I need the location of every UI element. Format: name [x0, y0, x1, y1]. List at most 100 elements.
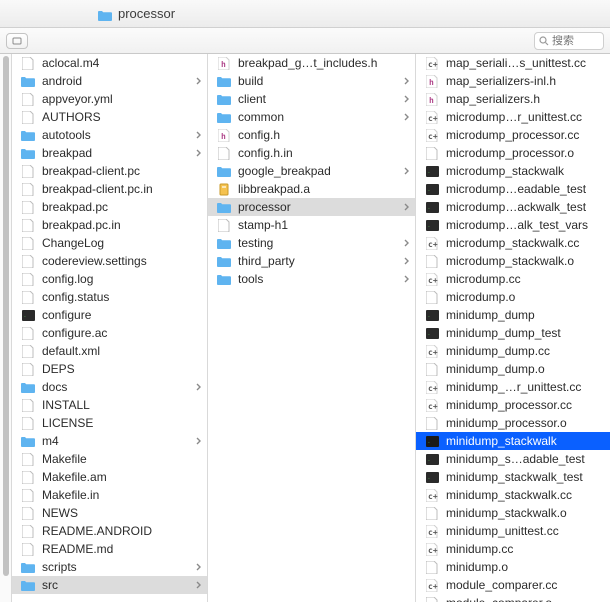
file-row[interactable]: config.status: [12, 288, 207, 306]
file-row[interactable]: config.h.in: [208, 144, 415, 162]
file-row[interactable]: c+minidump_…r_unittest.cc: [416, 378, 610, 396]
file-row[interactable]: minidump_dump.o: [416, 360, 610, 378]
file-row[interactable]: AUTHORS: [12, 108, 207, 126]
file-label: appveyor.yml: [42, 92, 203, 106]
file-row[interactable]: libbreakpad.a: [208, 180, 415, 198]
file-row[interactable]: Makefile.am: [12, 468, 207, 486]
file-row[interactable]: codereview.settings: [12, 252, 207, 270]
file-row[interactable]: testing: [208, 234, 415, 252]
file-row[interactable]: _minidump_dump_test: [416, 324, 610, 342]
file-row[interactable]: aclocal.m4: [12, 54, 207, 72]
file-row[interactable]: autotools: [12, 126, 207, 144]
file-row[interactable]: hbreakpad_g…t_includes.h: [208, 54, 415, 72]
file-row[interactable]: c+microdump_stackwalk.cc: [416, 234, 610, 252]
file-row[interactable]: c+minidump.cc: [416, 540, 610, 558]
file-row[interactable]: processor: [208, 198, 415, 216]
file-row[interactable]: c+microdump.cc: [416, 270, 610, 288]
file-row[interactable]: _microdump_stackwalk: [416, 162, 610, 180]
file-row[interactable]: README.ANDROID: [12, 522, 207, 540]
file-row[interactable]: Makefile.in: [12, 486, 207, 504]
file-row[interactable]: docs: [12, 378, 207, 396]
file-row[interactable]: _minidump_stackwalk: [416, 432, 610, 450]
file-row[interactable]: c+microdump…r_unittest.cc: [416, 108, 610, 126]
file-row[interactable]: default.xml: [12, 342, 207, 360]
file-row[interactable]: google_breakpad: [208, 162, 415, 180]
file-row[interactable]: DEPS: [12, 360, 207, 378]
exec-icon: _: [424, 200, 440, 214]
file-row[interactable]: breakpad-client.pc: [12, 162, 207, 180]
file-row[interactable]: tools: [208, 270, 415, 288]
file-row[interactable]: c+module_comparer.cc: [416, 576, 610, 594]
file-label: common: [238, 110, 403, 124]
search-input[interactable]: [552, 35, 599, 47]
file-row[interactable]: stamp-h1: [208, 216, 415, 234]
exec-icon: _: [424, 164, 440, 178]
file-row[interactable]: c+microdump_processor.cc: [416, 126, 610, 144]
file-row[interactable]: hmap_serializers.h: [416, 90, 610, 108]
file-row[interactable]: minidump_processor.o: [416, 414, 610, 432]
file-label: microdump.cc: [446, 272, 606, 286]
file-row[interactable]: _microdump…eadable_test: [416, 180, 610, 198]
file-row[interactable]: scripts: [12, 558, 207, 576]
file-row[interactable]: Makefile: [12, 450, 207, 468]
file-row[interactable]: client: [208, 90, 415, 108]
file-row[interactable]: hmap_serializers-inl.h: [416, 72, 610, 90]
file-row[interactable]: configure.ac: [12, 324, 207, 342]
file-row[interactable]: minidump.o: [416, 558, 610, 576]
file-label: google_breakpad: [238, 164, 403, 178]
file-row[interactable]: appveyor.yml: [12, 90, 207, 108]
file-icon: [20, 92, 36, 106]
file-label: INSTALL: [42, 398, 203, 412]
file-row[interactable]: third_party: [208, 252, 415, 270]
file-row[interactable]: _minidump_s…adable_test: [416, 450, 610, 468]
file-row[interactable]: c+minidump_dump.cc: [416, 342, 610, 360]
file-icon: [424, 362, 440, 376]
folder-icon: [20, 578, 36, 592]
svg-text:_: _: [427, 205, 430, 209]
svg-text:c+: c+: [428, 582, 438, 591]
folder-icon: [216, 74, 232, 88]
file-row[interactable]: android: [12, 72, 207, 90]
file-row[interactable]: breakpad.pc: [12, 198, 207, 216]
file-label: NEWS: [42, 506, 203, 520]
file-row[interactable]: m4: [12, 432, 207, 450]
file-row[interactable]: _microdump…ackwalk_test: [416, 198, 610, 216]
file-row[interactable]: config.log: [12, 270, 207, 288]
file-row[interactable]: README.md: [12, 540, 207, 558]
file-row[interactable]: hconfig.h: [208, 126, 415, 144]
file-row[interactable]: _minidump_dump: [416, 306, 610, 324]
svg-text:_: _: [427, 187, 430, 191]
file-label: README.ANDROID: [42, 524, 203, 538]
file-label: docs: [42, 380, 195, 394]
file-label: minidump_s…adable_test: [446, 452, 606, 466]
file-row[interactable]: c+minidump_unittest.cc: [416, 522, 610, 540]
file-row[interactable]: INSTALL: [12, 396, 207, 414]
file-row[interactable]: breakpad: [12, 144, 207, 162]
file-row[interactable]: minidump_stackwalk.o: [416, 504, 610, 522]
search-field[interactable]: [534, 32, 604, 50]
file-row[interactable]: _microdump…alk_test_vars: [416, 216, 610, 234]
file-row[interactable]: breakpad.pc.in: [12, 216, 207, 234]
file-row[interactable]: NEWS: [12, 504, 207, 522]
file-row[interactable]: microdump_processor.o: [416, 144, 610, 162]
exec-icon: _: [424, 326, 440, 340]
file-row[interactable]: src: [12, 576, 207, 594]
file-row[interactable]: breakpad-client.pc.in: [12, 180, 207, 198]
file-row[interactable]: ChangeLog: [12, 234, 207, 252]
scrollbar[interactable]: [3, 56, 9, 576]
file-row[interactable]: module_comparer.o: [416, 594, 610, 602]
file-row[interactable]: microdump.o: [416, 288, 610, 306]
file-icon: [424, 416, 440, 430]
file-row[interactable]: common: [208, 108, 415, 126]
file-row[interactable]: build: [208, 72, 415, 90]
file-row[interactable]: c+minidump_processor.cc: [416, 396, 610, 414]
chevron-right-icon: [403, 203, 411, 211]
file-row[interactable]: _minidump_stackwalk_test: [416, 468, 610, 486]
file-row[interactable]: c+minidump_stackwalk.cc: [416, 486, 610, 504]
file-row[interactable]: microdump_stackwalk.o: [416, 252, 610, 270]
file-row[interactable]: c+map_seriali…s_unittest.cc: [416, 54, 610, 72]
file-row[interactable]: _configure: [12, 306, 207, 324]
file-label: breakpad: [42, 146, 195, 160]
file-row[interactable]: LICENSE: [12, 414, 207, 432]
back-button[interactable]: [6, 33, 28, 49]
